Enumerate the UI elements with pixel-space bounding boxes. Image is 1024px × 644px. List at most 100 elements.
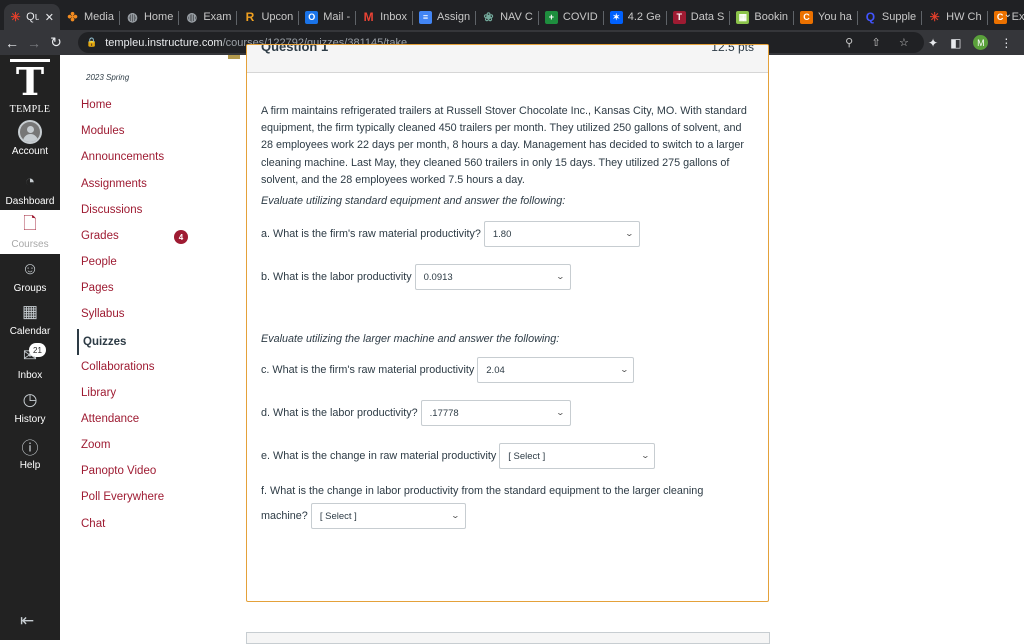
part-f-answer-select[interactable]: [ Select ] ⌄ (310, 503, 466, 529)
question-part-b: b. What is the labor productivity 0.0913… (261, 264, 571, 290)
key-icon[interactable]: ⚲ (845, 36, 853, 49)
question-part-a: a. What is the firm's raw material produ… (261, 221, 640, 247)
calendar-icon: ▦ (21, 302, 39, 321)
browser-tab[interactable]: ✳ HW Ch (922, 4, 988, 30)
browser-tab[interactable]: ❀ NAV C (476, 4, 539, 30)
global-nav-groups[interactable]: ☺ Groups (0, 258, 60, 298)
browser-tab[interactable]: ✳ Qu ✕ (4, 4, 60, 30)
term-label: 2023 Spring (86, 73, 130, 82)
course-nav-attendance[interactable]: Attendance (81, 413, 139, 425)
bookmark-star-icon[interactable]: ☆ (899, 36, 909, 49)
browser-tab[interactable]: ▦ Bookin (730, 4, 795, 30)
browser-tab[interactable]: ✶ 4.2 Ge (604, 4, 667, 30)
history-clock-icon: ◷ (22, 390, 38, 409)
selected-value: .17778 (429, 407, 459, 419)
global-nav-history[interactable]: ◷ History (0, 389, 60, 431)
global-nav-calendar[interactable]: ▦ Calendar (0, 301, 60, 343)
course-nav-announcements[interactable]: Announcements (81, 151, 164, 163)
question-title: Question 1 (261, 44, 329, 54)
global-nav-account[interactable]: Account (0, 120, 60, 165)
question-text: A firm maintains refrigerated trailers a… (261, 105, 747, 186)
browser-tab[interactable]: M Inbox (356, 4, 414, 30)
profile-avatar[interactable]: M (973, 35, 989, 50)
browser-tab-label: NAV C (500, 11, 533, 23)
browser-tab-label: Upcon (261, 11, 294, 23)
course-nav-quizzes[interactable]: Quizzes (77, 329, 126, 355)
canvas-icon: ✳ (10, 10, 21, 24)
browser-tab[interactable]: ✤ Media (60, 4, 120, 30)
temple-logo[interactable]: T TEMPLE (0, 55, 60, 119)
temple-wordmark: TEMPLE (9, 104, 51, 115)
section-standard-heading: Evaluate utilizing standard equipment an… (261, 195, 566, 207)
side-panel-icon[interactable]: ◧ (950, 36, 961, 50)
course-nav-collaborations[interactable]: Collaborations (81, 361, 155, 373)
question-card: Question 1 12.5 pts A firm maintains ref… (246, 44, 769, 602)
flag-question-marker[interactable] (228, 55, 240, 59)
collapse-nav-icon[interactable]: ⇤ (20, 611, 34, 631)
part-b-answer-select[interactable]: 0.0913 ⌄ (414, 264, 571, 290)
global-nav-inbox[interactable]: ✉ 21 Inbox (0, 343, 60, 387)
temple-t-logo-icon: T (9, 59, 51, 102)
course-nav-modules[interactable]: Modules (81, 125, 124, 137)
forward-button[interactable]: → (24, 35, 44, 51)
course-nav-zoom[interactable]: Zoom (81, 439, 110, 451)
course-nav-people[interactable]: People (81, 256, 117, 268)
global-nav-courses[interactable]: 🗋 Courses (0, 210, 60, 254)
part-f-prompt: f. What is the change in labor productiv… (261, 485, 704, 497)
browser-tab[interactable]: ≡ Assign (413, 4, 477, 30)
browser-tab-label: Bookin (754, 11, 789, 23)
browser-tab[interactable]: ◍ Exam (179, 4, 238, 30)
extension-area: ✦ ◧ M ⋮ (928, 32, 1012, 53)
course-nav-pages[interactable]: Pages (81, 282, 114, 294)
question-points: 12.5 pts (711, 44, 754, 54)
part-c-answer-select[interactable]: 2.04 ⌄ (477, 357, 635, 383)
global-nav-label: Dashboard (5, 196, 55, 207)
browser-tab-label: Exam (203, 11, 232, 23)
rk-icon: R (245, 10, 255, 24)
course-nav-home[interactable]: Home (81, 99, 112, 111)
account-icon (18, 120, 42, 144)
gmail-icon: M (363, 10, 374, 24)
part-e-answer-select[interactable]: [ Select ] ⌄ (499, 443, 656, 469)
browser-tab-label: Mail - (323, 11, 351, 23)
browser-tab[interactable]: + COVID (539, 4, 604, 30)
chevron-down-icon: ⌄ (640, 451, 650, 460)
course-nav-assignments[interactable]: Assignments (81, 178, 147, 190)
selected-value: 1.80 (492, 228, 512, 240)
tab-search-chevron-icon[interactable]: ⌄ (1004, 9, 1012, 20)
course-nav-panopto-video[interactable]: Panopto Video (81, 465, 156, 477)
share-icon[interactable]: ⇧ (871, 36, 880, 49)
extensions-puzzle-icon[interactable]: ✦ (928, 36, 938, 50)
part-d-answer-select[interactable]: .17778 ⌄ (420, 400, 571, 426)
question-part-d: d. What is the labor productivity? .1777… (261, 400, 571, 426)
chevron-down-icon: ⌄ (619, 365, 629, 374)
course-nav-syllabus[interactable]: Syllabus (81, 308, 124, 320)
browser-tab[interactable]: T Data S (667, 4, 731, 30)
question-header: Question 1 12.5 pts (247, 45, 768, 73)
part-a-answer-select[interactable]: 1.80 ⌄ (483, 221, 640, 247)
browser-tab-label: Media (84, 11, 114, 23)
quizlet-icon: Q (865, 10, 876, 24)
course-nav-chat[interactable]: Chat (81, 518, 105, 530)
global-nav-dashboard[interactable]: ◔ Dashboard (0, 171, 60, 211)
browser-tab-label: Home (143, 11, 174, 23)
course-nav-discussions[interactable]: Discussions (81, 204, 142, 216)
browser-tab[interactable]: ◍ Home (120, 4, 180, 30)
reload-button[interactable]: ↻ (46, 34, 66, 51)
global-nav-help[interactable]: ⓘ Help (0, 435, 60, 477)
browser-tab[interactable]: Q Supple (858, 4, 923, 30)
docs-icon: ≡ (419, 10, 433, 24)
question-part-f-line1: f. What is the change in labor productiv… (261, 485, 703, 497)
back-button[interactable]: ← (2, 35, 22, 51)
course-nav-grades[interactable]: Grades (81, 230, 119, 242)
course-nav-library[interactable]: Library (81, 387, 116, 399)
close-tab-icon[interactable]: ✕ (45, 11, 54, 24)
browser-menu-icon[interactable]: ⋮ (1000, 36, 1012, 50)
browser-tab[interactable]: O Mail - (299, 4, 357, 30)
browser-tab[interactable]: R Upcon (237, 4, 300, 30)
course-nav-poll-everywhere[interactable]: Poll Everywhere (81, 491, 164, 503)
chatgpt-icon: ❀ (483, 10, 494, 24)
browser-tab-label: Supple (881, 11, 917, 23)
browser-tab[interactable]: C You ha (794, 4, 858, 30)
browser-tab-label: Expert (1011, 11, 1024, 23)
